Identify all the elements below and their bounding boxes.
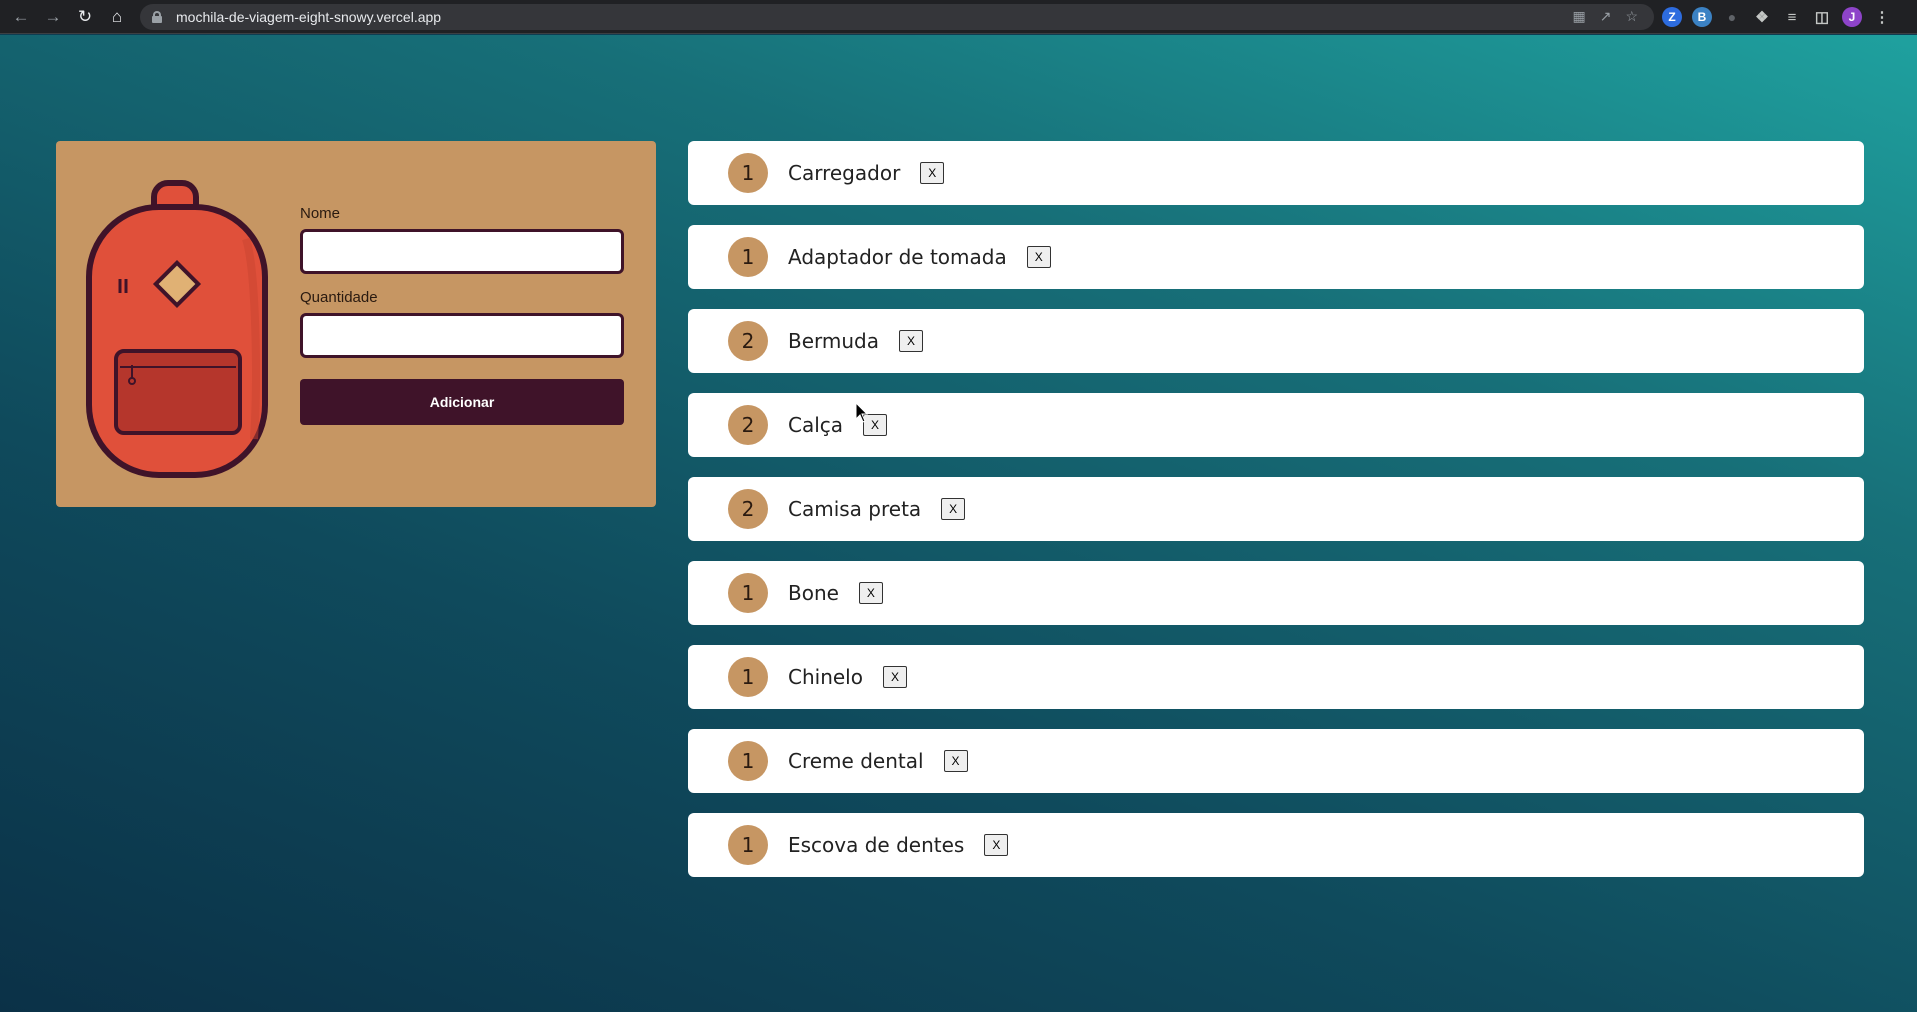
delete-button[interactable]: X [941,498,966,520]
item-list: 1 Carregador X 1 Adaptador de tomada X 2… [688,141,1864,897]
item-name: Bone [788,581,839,605]
back-icon[interactable]: ← [10,6,32,28]
item-name: Escova de dentes [788,833,965,857]
quantity-badge: 1 [728,573,768,613]
forward-icon[interactable]: → [42,6,64,28]
list-item: 2 Bermuda X [688,309,1864,373]
delete-button[interactable]: X [858,582,883,604]
item-name: Chinelo [788,665,863,689]
item-name: Carregador [788,161,901,185]
share-icon[interactable]: ↗ [1600,8,1612,25]
home-icon[interactable]: ⌂ [106,6,128,28]
reading-list-icon[interactable]: ≡ [1782,7,1802,27]
item-name: Creme dental [788,749,924,773]
item-name: Calça [788,413,844,437]
side-panel-icon[interactable]: ◫ [1812,7,1832,27]
add-button[interactable]: Adicionar [300,379,624,425]
backpack-illustration [86,180,268,478]
quantity-badge: 1 [728,825,768,865]
profile-avatar[interactable]: J [1842,7,1862,27]
lock-icon [152,11,162,23]
translate-icon[interactable]: ▦ [1572,8,1585,25]
name-input[interactable] [300,229,624,274]
menu-kebab-icon[interactable]: ⋮ [1872,7,1892,27]
name-label: Nome [300,205,341,222]
list-item: 1 Escova de dentes X [688,813,1864,877]
quantity-badge: 1 [728,237,768,277]
mouse-cursor-icon [855,402,869,423]
add-item-form: Nome Quantidade Adicionar [300,205,624,425]
delete-button[interactable]: X [943,750,968,772]
browser-toolbar: ← → ↻ ⌂ mochila-de-viagem-eight-snowy.ve… [0,0,1917,34]
bookmark-star-icon[interactable]: ☆ [1625,8,1638,25]
quantity-badge: 1 [728,657,768,697]
list-item: 1 Adaptador de tomada X [688,225,1864,289]
address-bar[interactable]: mochila-de-viagem-eight-snowy.vercel.app… [140,4,1654,30]
quantity-badge: 1 [728,153,768,193]
list-item: 1 Carregador X [688,141,1864,205]
list-item: 1 Chinelo X [688,645,1864,709]
quantity-badge: 2 [728,489,768,529]
form-card: Nome Quantidade Adicionar [56,141,656,507]
extension-b-icon[interactable]: B [1692,7,1712,27]
delete-button[interactable]: X [984,834,1009,856]
delete-button[interactable]: X [1026,246,1051,268]
item-name: Bermuda [788,329,880,353]
item-name: Adaptador de tomada [788,245,1007,269]
quantity-badge: 2 [728,405,768,445]
page-content: Nome Quantidade Adicionar 1 Carregador X… [0,35,1917,1012]
quantity-badge: 2 [728,321,768,361]
quantity-label: Quantidade [300,289,378,306]
delete-button[interactable]: X [899,330,924,352]
quantity-input[interactable] [300,313,624,358]
quantity-badge: 1 [728,741,768,781]
extension-z-icon[interactable]: Z [1662,7,1682,27]
extensions-puzzle-icon[interactable]: ❖ [1752,7,1772,27]
url-text: mochila-de-viagem-eight-snowy.vercel.app [176,9,442,25]
item-name: Camisa preta [788,497,922,521]
extension-dim-icon[interactable]: ● [1722,7,1742,27]
list-item: 2 Camisa preta X [688,477,1864,541]
delete-button[interactable]: X [920,162,945,184]
list-item: 1 Bone X [688,561,1864,625]
reload-icon[interactable]: ↻ [74,6,96,28]
delete-button[interactable]: X [882,666,907,688]
list-item: 1 Creme dental X [688,729,1864,793]
